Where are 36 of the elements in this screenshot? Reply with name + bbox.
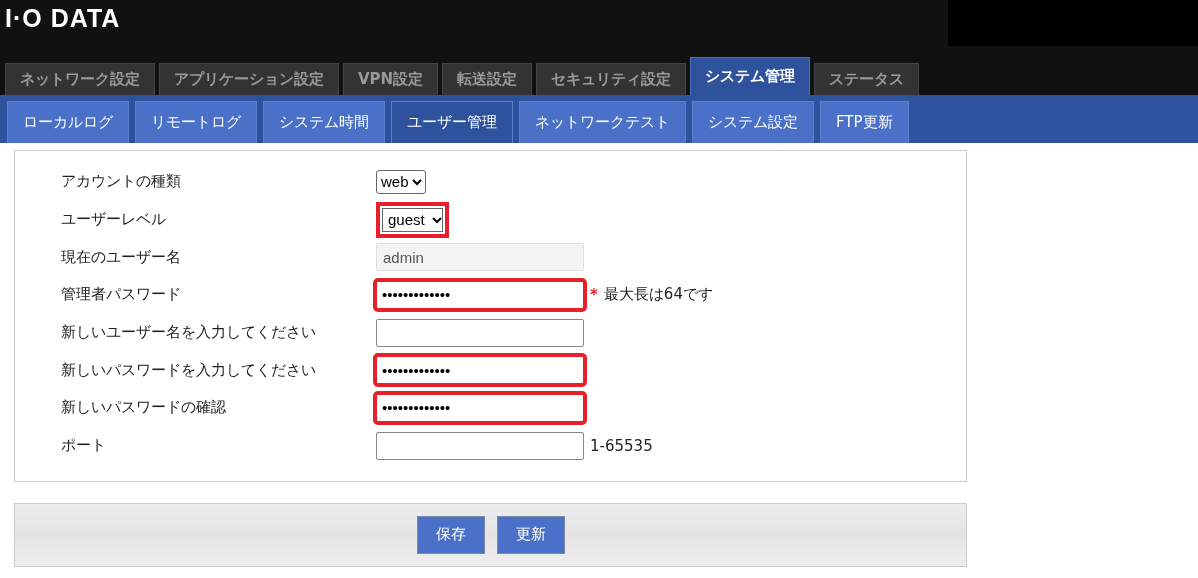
sub-tab[interactable]: システム設定 [692, 101, 814, 143]
logo: I·O DATA [4, 3, 121, 32]
input-field[interactable] [376, 318, 584, 347]
hint-text: 1-65535 [590, 436, 653, 455]
sub-tab[interactable]: ネットワークテスト [519, 101, 686, 143]
tab[interactable]: システム管理 [690, 57, 811, 95]
dropdown[interactable]: guest [376, 201, 449, 238]
password-field[interactable]: ••••••••••••• [376, 280, 584, 309]
field-label: 新しいパスワードの確認 [61, 398, 227, 418]
sub-tab[interactable]: システム時間 [263, 101, 385, 143]
action-button[interactable]: 保存 [416, 515, 485, 554]
field-label: 管理者パスワード [61, 285, 182, 305]
password-field[interactable]: ••••••••••••• [376, 356, 584, 385]
hint-text: 最大長は64です [603, 285, 713, 305]
input-field[interactable] [376, 431, 584, 460]
sub-tab[interactable]: ユーザー管理 [391, 101, 513, 143]
action-button[interactable]: 更新 [496, 515, 565, 554]
field-label: 新しいパスワードを入力してください [61, 360, 317, 380]
tab[interactable]: アプリケーション設定 [159, 63, 339, 95]
tab[interactable]: セキュリティ設定 [536, 63, 687, 95]
input-field[interactable]: admin [376, 243, 584, 272]
tab[interactable]: ステータス [814, 63, 920, 95]
sub-tab[interactable]: ローカルログ [7, 101, 129, 143]
sub-tab[interactable]: リモートログ [135, 101, 257, 143]
sub-tab[interactable]: FTP更新 [820, 101, 909, 143]
required-mark: * [590, 285, 598, 304]
tab[interactable]: 転送設定 [442, 63, 533, 95]
field-label: 現在のユーザー名 [61, 247, 182, 267]
password-field[interactable]: ••••••••••••• [376, 393, 584, 422]
field-label: ポート [61, 436, 107, 456]
dropdown[interactable]: web [376, 169, 426, 194]
field-label: ユーザーレベル [61, 210, 167, 230]
field-label: 新しいユーザー名を入力してください [61, 323, 317, 343]
tab[interactable]: VPN設定 [343, 63, 439, 95]
tab[interactable]: ネットワーク設定 [5, 63, 155, 95]
field-label: アカウントの種類 [61, 172, 182, 192]
